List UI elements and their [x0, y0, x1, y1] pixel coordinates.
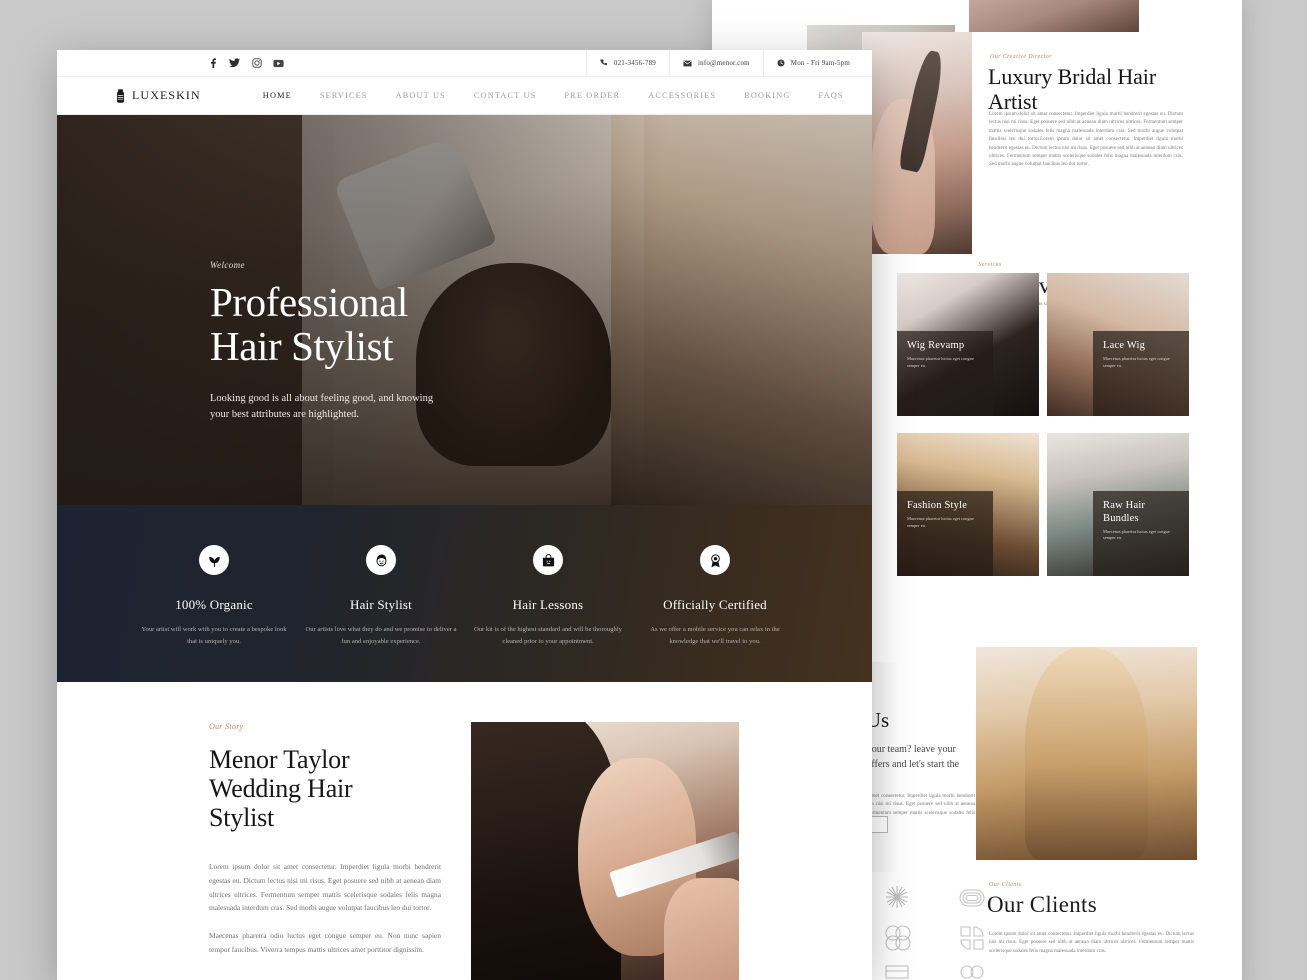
service-card-desc: Maecenas pharetra luctus eget congue sem… — [1103, 528, 1170, 541]
client-logo-block-icon — [884, 964, 910, 980]
services-label: Services — [978, 262, 1002, 268]
email-address: info@menor.com — [697, 59, 750, 67]
client-logo-flower-icon — [884, 924, 912, 952]
hero-title-line2: Hair Stylist — [210, 323, 394, 370]
feature-title: 100% Organic — [175, 597, 253, 612]
facebook-icon[interactable] — [207, 58, 218, 69]
hero-content: Welcome Professional Hair Stylist Lookin… — [210, 260, 630, 424]
our-story-section: Our Story Menor Taylor Wedding Hair Styl… — [57, 682, 872, 980]
hero-section: Welcome Professional Hair Stylist Lookin… — [57, 115, 872, 505]
feature-desc: As we offer a mobile service you can rel… — [650, 626, 780, 645]
site-logo[interactable]: LUXESKIN — [114, 88, 201, 103]
service-card-overlay: Wig Revamp Maecenas pharetra luctus eget… — [897, 331, 993, 416]
our-story-photo — [471, 722, 739, 980]
feature-title: Hair Lessons — [512, 597, 584, 612]
service-card-raw-hair-bundles[interactable]: Raw Hair Bundles Maecenas pharetra luctu… — [1047, 433, 1189, 576]
service-card-lace-wig[interactable]: Lace Wig Maecenas pharetra luctus eget c… — [1047, 273, 1189, 416]
creative-director-body: Lorem ipsum dolor sit amet consectetur. … — [989, 111, 1183, 168]
service-card-overlay: Raw Hair Bundles Maecenas pharetra luctu… — [1093, 491, 1189, 576]
feature-title: Hair Stylist — [350, 597, 412, 612]
phone-number: 021-3456-789 — [613, 59, 656, 67]
mockup-canvas: Our Creative Director Luxury Bridal Hair… — [0, 0, 1307, 980]
service-card-title: Raw Hair Bundles — [1103, 500, 1146, 524]
hero-title-line1: Professional — [210, 279, 408, 325]
phone-info[interactable]: 021-3456-789 — [585, 50, 669, 76]
instagram-icon[interactable] — [251, 58, 262, 69]
our-story-title-line2: Wedding Hair — [209, 774, 353, 804]
contact-info-group: 021-3456-789 info@menor.com Mon - Fri 9a… — [585, 50, 872, 76]
feature-item-organic: 100% Organic Your artist will work with … — [131, 545, 298, 647]
youtube-icon[interactable] — [273, 58, 284, 69]
nav-item-services[interactable]: SERVICES — [306, 91, 382, 100]
creative-director-photo — [862, 32, 972, 254]
twitter-icon[interactable] — [229, 58, 240, 69]
feature-item-hair-lessons: Hair Lessons Our kit is of the highest s… — [465, 545, 632, 647]
clients-label: Our Clients — [989, 882, 1022, 888]
clients-title: Our Clients — [987, 892, 1097, 917]
clients-body: Lorem ipsum dolor sit amet consectetur. … — [989, 931, 1194, 954]
email-info[interactable]: info@menor.com — [668, 50, 763, 76]
stylist-face-icon — [366, 545, 396, 575]
creative-director-label: Our Creative Director — [990, 54, 1052, 60]
service-card-title: Fashion Style — [907, 500, 968, 511]
main-navigation-bar: LUXESKIN HOME SERVICES ABOUT US CONTACT … — [57, 77, 872, 115]
hero-subtitle: Looking good is all about feeling good, … — [210, 392, 434, 421]
client-logo-petals-icon — [958, 924, 986, 952]
client-logo-circles-icon — [958, 964, 986, 980]
features-band: 100% Organic Your artist will work with … — [57, 505, 872, 682]
nav-item-pre-order[interactable]: PRE ORDER — [550, 91, 634, 100]
nav-item-about-us[interactable]: ABOUT US — [382, 91, 460, 100]
top-utility-bar: 021-3456-789 info@menor.com Mon - Fri 9a… — [57, 50, 872, 77]
primary-page-mockup: 021-3456-789 info@menor.com Mon - Fri 9a… — [57, 50, 872, 980]
nav-item-booking[interactable]: BOOKING — [730, 91, 804, 100]
nav-item-faqs[interactable]: FAQS — [804, 91, 857, 100]
service-card-overlay: Fashion Style Maecenas pharetra luctus e… — [897, 491, 993, 576]
hero-eyebrow: Welcome — [210, 260, 245, 270]
our-story-title-line3: Stylist — [209, 803, 275, 833]
award-medal-icon — [700, 545, 730, 575]
nav-item-home[interactable]: HOME — [249, 91, 306, 100]
our-story-paragraph-2: Maecenas pharetra odio luctus eget congu… — [209, 931, 441, 954]
clock-icon — [777, 59, 785, 67]
brand-name: LUXESKIN — [132, 88, 201, 102]
work-with-us-photo — [976, 647, 1197, 860]
feature-item-hair-stylist: Hair Stylist Our artists love what they … — [298, 545, 465, 647]
client-logo-burst-icon — [884, 884, 910, 910]
our-story-paragraph-1: Lorem ipsum dolor sit amet consectetur. … — [209, 862, 441, 913]
hand-shape — [663, 878, 739, 980]
feature-desc: Your artist will work with you to create… — [141, 626, 287, 645]
client-logo-waves-icon — [958, 886, 986, 910]
decorative-photo-top — [969, 0, 1139, 32]
creative-director-title: Luxury Bridal Hair Artist — [988, 64, 1157, 115]
nav-item-contact-us[interactable]: CONTACT US — [460, 91, 551, 100]
nav-item-accessories[interactable]: ACCESSORIES — [634, 91, 730, 100]
hero-title: Professional Hair Stylist — [210, 280, 630, 369]
business-hours: Mon - Fri 9am-5pm — [790, 59, 850, 67]
feature-desc: Our kit is of the highest standard and w… — [474, 626, 622, 645]
service-card-title: Lace Wig — [1103, 340, 1146, 351]
bottle-logo-icon — [114, 88, 127, 103]
service-card-wig-revamp[interactable]: Wig Revamp Maecenas pharetra luctus eget… — [897, 273, 1039, 416]
phone-icon — [600, 59, 608, 65]
our-story-label: Our Story — [209, 722, 244, 731]
service-card-desc: Maecenas pharetra luctus eget congue sem… — [907, 355, 974, 368]
service-card-desc: Maecenas pharetra luctus eget congue sem… — [907, 515, 974, 528]
envelope-icon — [683, 60, 692, 66]
social-links — [207, 58, 284, 69]
kit-bag-icon — [533, 545, 563, 575]
hours-info: Mon - Fri 9am-5pm — [762, 50, 872, 76]
feature-title: Officially Certified — [663, 597, 767, 612]
service-card-overlay: Lace Wig Maecenas pharetra luctus eget c… — [1093, 331, 1189, 416]
feature-item-certified: Officially Certified As we offer a mobil… — [632, 545, 799, 647]
service-card-desc: Maecenas pharetra luctus eget congue sem… — [1103, 355, 1170, 368]
service-card-fashion-style[interactable]: Fashion Style Maecenas pharetra luctus e… — [897, 433, 1039, 576]
feature-desc: Our artists love what they do and we pro… — [305, 626, 457, 645]
our-story-text: Our Story Menor Taylor Wedding Hair Styl… — [209, 722, 441, 980]
nav-links: HOME SERVICES ABOUT US CONTACT US PRE OR… — [249, 91, 858, 100]
service-card-title: Wig Revamp — [907, 340, 965, 351]
leaf-icon — [199, 545, 229, 575]
our-story-title-line1: Menor Taylor — [209, 745, 350, 774]
our-story-title: Menor Taylor Wedding Hair Stylist — [209, 745, 441, 832]
